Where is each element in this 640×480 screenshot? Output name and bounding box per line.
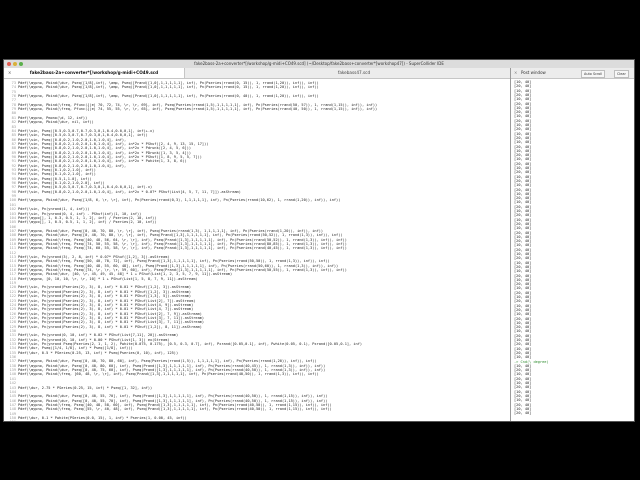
line-number: 151 xyxy=(4,420,17,421)
tab-active-document[interactable]: × fake2bass-2a+converter*[/workshop/g-mi… xyxy=(4,68,185,78)
tab-label: fake2bass-2a+converter*[/workshop/g-midi… xyxy=(29,70,159,75)
tab-label: fakebass47.scd xyxy=(337,70,371,75)
code-editor[interactable]: 73 Pdef(\mypno, Pbind(\dur, Pseq([1/8],in… xyxy=(4,79,510,421)
code-line[interactable]: 151 xyxy=(4,420,510,421)
tab-fakebass47[interactable]: fakebass47.scd xyxy=(304,68,404,78)
post-output-line: [20, 40] xyxy=(514,411,532,416)
supercollider-ide-window: fake2bass-2a+converter*[/workshop/g-midi… xyxy=(3,59,635,422)
auto-scroll-button[interactable]: Auto Scroll xyxy=(581,70,606,78)
post-window-header: × Post window Auto Scroll Clear xyxy=(511,68,634,79)
post-window-panel: × Post window Auto Scroll Clear [10, 40]… xyxy=(511,68,634,421)
clear-button[interactable]: Clear xyxy=(614,70,629,78)
document-tab-bar: × fake2bass-2a+converter*[/workshop/g-mi… xyxy=(4,68,511,79)
window-title: fake2bass-2a+converter*[/workshop/g-midi… xyxy=(194,61,444,66)
tab-close-icon[interactable]: × xyxy=(8,68,11,78)
post-window-close-icon[interactable]: × xyxy=(514,68,517,78)
post-window-title: Post window xyxy=(521,70,546,75)
post-window-output[interactable]: [10, 40] [20, 40] [10, 40] [20, 40] [10, 40]… xyxy=(511,79,634,421)
desktop: fake2bass-2a+converter*[/workshop/g-midi… xyxy=(0,0,640,480)
